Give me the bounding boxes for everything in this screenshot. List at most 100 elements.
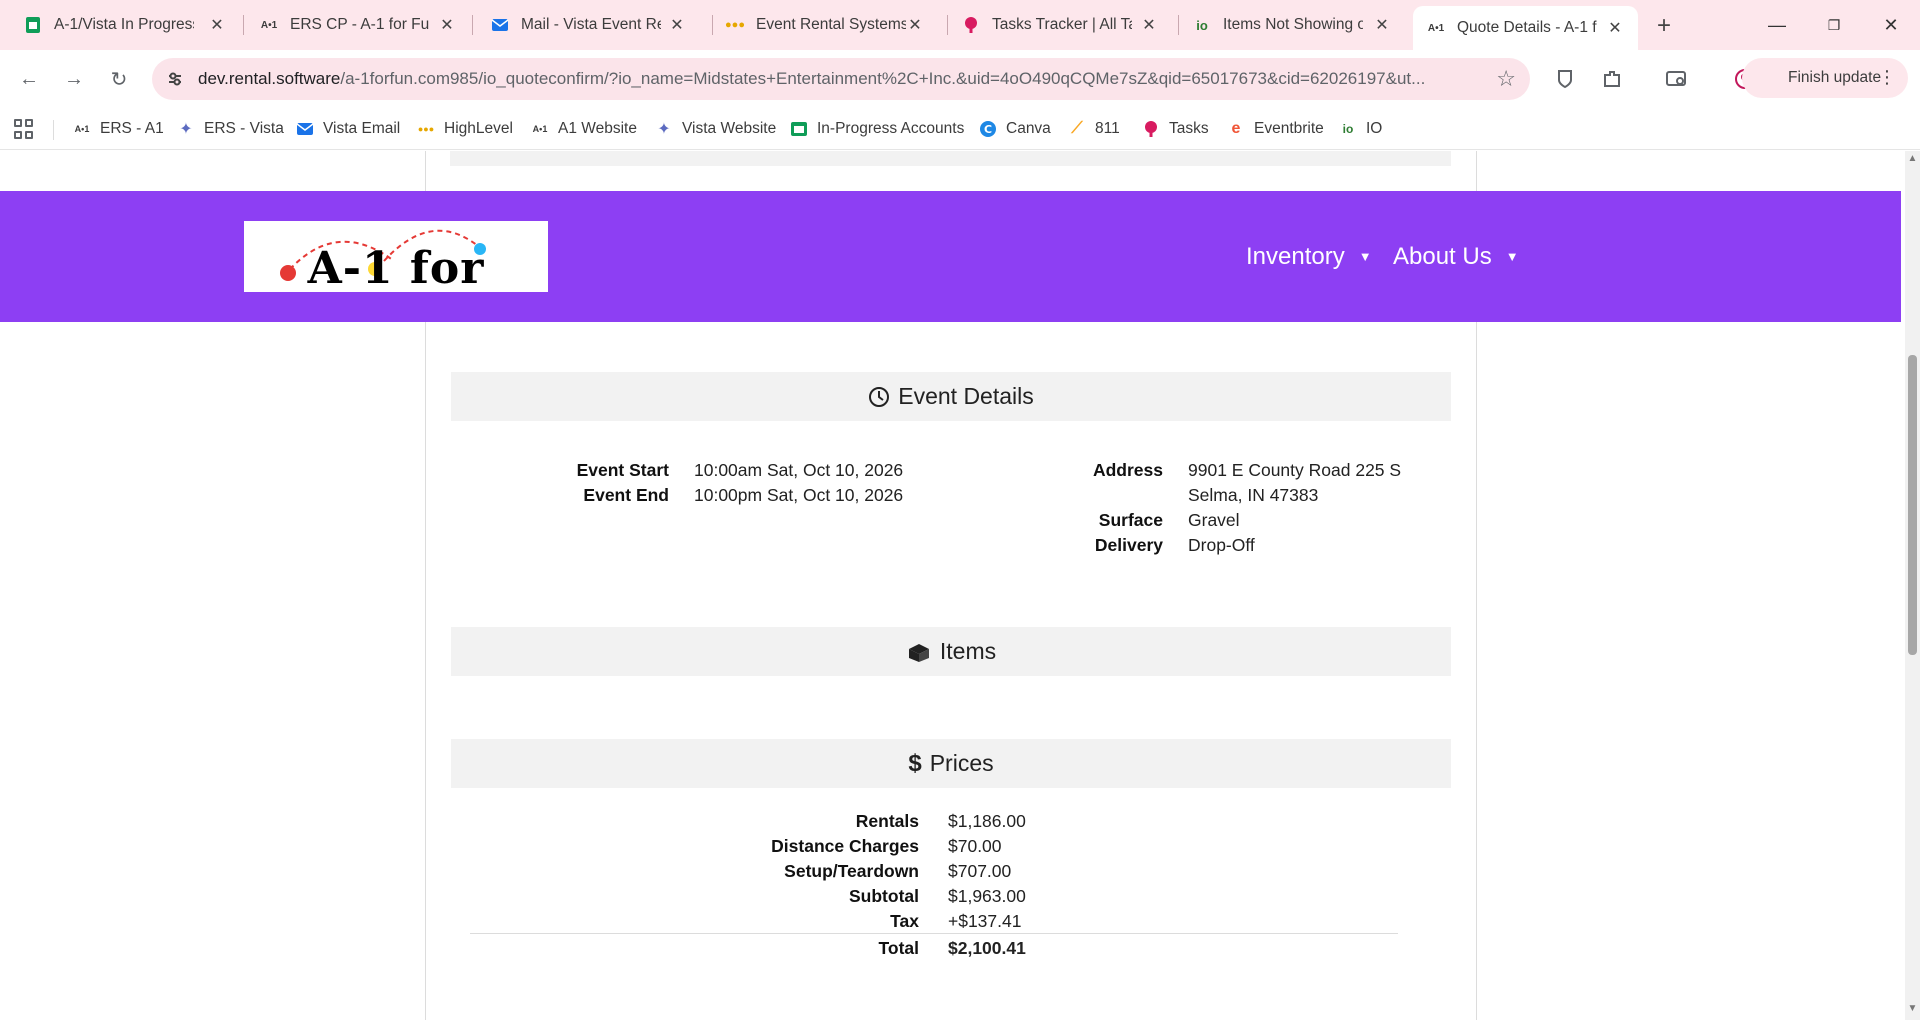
scroll-thumb[interactable] [1908,355,1917,655]
close-tab-icon[interactable]: ✕ [208,16,226,34]
bookmark-divider [53,120,54,140]
tax-value: +$137.41 [948,911,1022,931]
tab-a1-vista-in-progress[interactable]: A-1/Vista In Progress ✕ [0,8,240,42]
bookmark-star-icon[interactable]: ☆ [1496,66,1516,92]
site-settings-icon[interactable] [164,68,186,90]
prices-heading: $ Prices [451,739,1451,788]
more-options-icon[interactable]: ⋮ [1878,67,1896,88]
tab-ers-cp[interactable]: A•1 ERS CP - A-1 for Fun ✕ [236,8,470,42]
close-tab-icon[interactable]: ✕ [906,16,924,34]
minimize-icon[interactable]: — [1762,12,1792,38]
tab-title: A-1/Vista In Progress [54,16,194,33]
site-header: A-1 for FUN Inventory ▼ About Us ▼ [0,191,1901,322]
address-label: Address [1092,460,1163,480]
close-tab-icon[interactable]: ✕ [438,16,456,34]
scroll-up-icon[interactable]: ▲ [1907,153,1918,164]
nav-inventory[interactable]: Inventory ▼ [1246,243,1372,271]
new-tab-button[interactable]: + [1650,12,1678,40]
bookmark-811[interactable]: ⟋ 811 [1067,116,1120,142]
caret-down-icon: ▼ [1358,249,1372,264]
rentals-label: Rentals [855,811,919,831]
setup-teardown-value: $707.00 [948,861,1012,881]
bookmark-io[interactable]: io IO [1338,116,1383,142]
tab-tasks-tracker[interactable]: Tasks Tracker | All Task ✕ [938,8,1172,42]
tab-event-rental-systems[interactable]: ●●● Event Rental Systems ✕ [702,8,938,42]
close-window-icon[interactable]: ✕ [1876,12,1906,38]
clock-icon [868,386,890,408]
total-divider [470,933,1398,934]
bookmark-label: In-Progress Accounts [817,120,965,137]
bookmark-ers-a1[interactable]: A•1 ERS - A1 [72,116,164,142]
items-title: Items [939,638,997,664]
extensions-icon[interactable] [1597,64,1627,94]
apps-grid-icon[interactable] [14,119,34,139]
sparkle-icon: ✦ [179,121,193,138]
event-start-value: 10:00am Sat, Oct 10, 2026 [694,460,904,480]
a1-logo-icon: A•1 [260,19,278,31]
canva-icon: C [978,119,998,139]
bookmark-a1-website[interactable]: A•1 A1 Website [530,116,637,142]
bookmark-label: 811 [1095,120,1120,137]
io-icon: io [1342,122,1354,136]
tab-items-not-showing[interactable]: io Items Not Showing on ✕ [1169,8,1405,42]
event-details-title: Event Details [898,383,1034,409]
finish-update-label: Finish update [1788,69,1882,86]
close-tab-icon[interactable]: ✕ [1373,16,1391,34]
sparkle-icon: ✦ [657,121,671,138]
restore-icon[interactable]: ❐ [1819,12,1849,38]
bitwarden-icon[interactable] [1550,64,1580,94]
reload-icon[interactable]: ↻ [104,64,134,94]
event-end-label: Event End [583,485,669,505]
close-tab-icon[interactable]: ✕ [1606,19,1624,37]
tab-mail-vista[interactable]: Mail - Vista Event Ren ✕ [467,8,700,42]
distance-charges-value: $70.00 [948,836,1002,856]
delivery-label: Delivery [1094,535,1163,555]
back-arrow-icon[interactable]: ← [14,64,44,94]
close-tab-icon[interactable]: ✕ [668,16,686,34]
dollar-icon: $ [908,749,922,777]
tab-quote-details[interactable]: A•1 Quote Details - A-1 fo ✕ [1413,6,1638,50]
bookmark-label: Canva [1006,120,1051,137]
outlook-icon [295,119,315,139]
bookmark-tasks[interactable]: Tasks [1141,116,1209,142]
bookmark-vista-email[interactable]: Vista Email [295,116,400,142]
event-details-heading: Event Details [451,372,1451,421]
page-viewport: A-1 for FUN Inventory ▼ About Us ▼ Event D… [0,151,1905,1020]
address-line2: Selma, IN 47383 [1188,485,1319,505]
items-heading: Items [451,627,1451,676]
site-logo[interactable]: A-1 for FUN [244,221,548,292]
total-value: $2,100.41 [948,938,1026,958]
outlook-icon [491,16,509,34]
total-label: Total [878,938,919,958]
bookmark-vista-website[interactable]: ✦ Vista Website [654,116,776,142]
bookmark-highlevel[interactable]: ●●● HighLevel [416,116,513,142]
page-scrollbar[interactable]: ▲ ▼ [1905,151,1920,1020]
rentals-value: $1,186.00 [948,811,1026,831]
highlevel-icon: ●●● [417,124,435,134]
address-bar[interactable]: dev.rental.software/a-1forfun.com985/io_… [152,58,1530,100]
a1-logo-icon: A•1 [74,124,90,134]
tasks-icon [1141,119,1161,139]
io-icon: io [1196,17,1208,33]
bookmark-canva[interactable]: C Canva [978,116,1051,142]
a1-logo-icon: A•1 [532,124,548,134]
bookmark-in-progress-accounts[interactable]: In-Progress Accounts [789,116,964,142]
bookmark-ers-vista[interactable]: ✦ ERS - Vista [176,116,284,142]
tab-search-icon[interactable] [1662,64,1692,94]
nav-about-us[interactable]: About Us ▼ [1393,243,1519,271]
finish-update-button[interactable]: Finish update ⋮ [1742,58,1908,98]
bookmark-label: A1 Website [558,120,637,137]
section-header-partial [450,151,1451,166]
event-end-value: 10:00pm Sat, Oct 10, 2026 [694,485,904,505]
event-start-label: Event Start [576,460,669,480]
subtotal-value: $1,963.00 [948,886,1026,906]
url-path: /a-1forfun.com985/io_quoteconfirm/?io_na… [340,69,1426,88]
forward-arrow-icon[interactable]: → [59,64,89,94]
bookmark-label: Vista Website [682,120,777,137]
distance-charges-label: Distance Charges [771,836,919,856]
url-text: dev.rental.software/a-1forfun.com985/io_… [198,69,1478,89]
bookmark-eventbrite[interactable]: e Eventbrite [1226,116,1324,142]
close-tab-icon[interactable]: ✕ [1140,16,1158,34]
scroll-down-icon[interactable]: ▼ [1907,1003,1918,1014]
eventbrite-icon: e [1231,120,1241,137]
